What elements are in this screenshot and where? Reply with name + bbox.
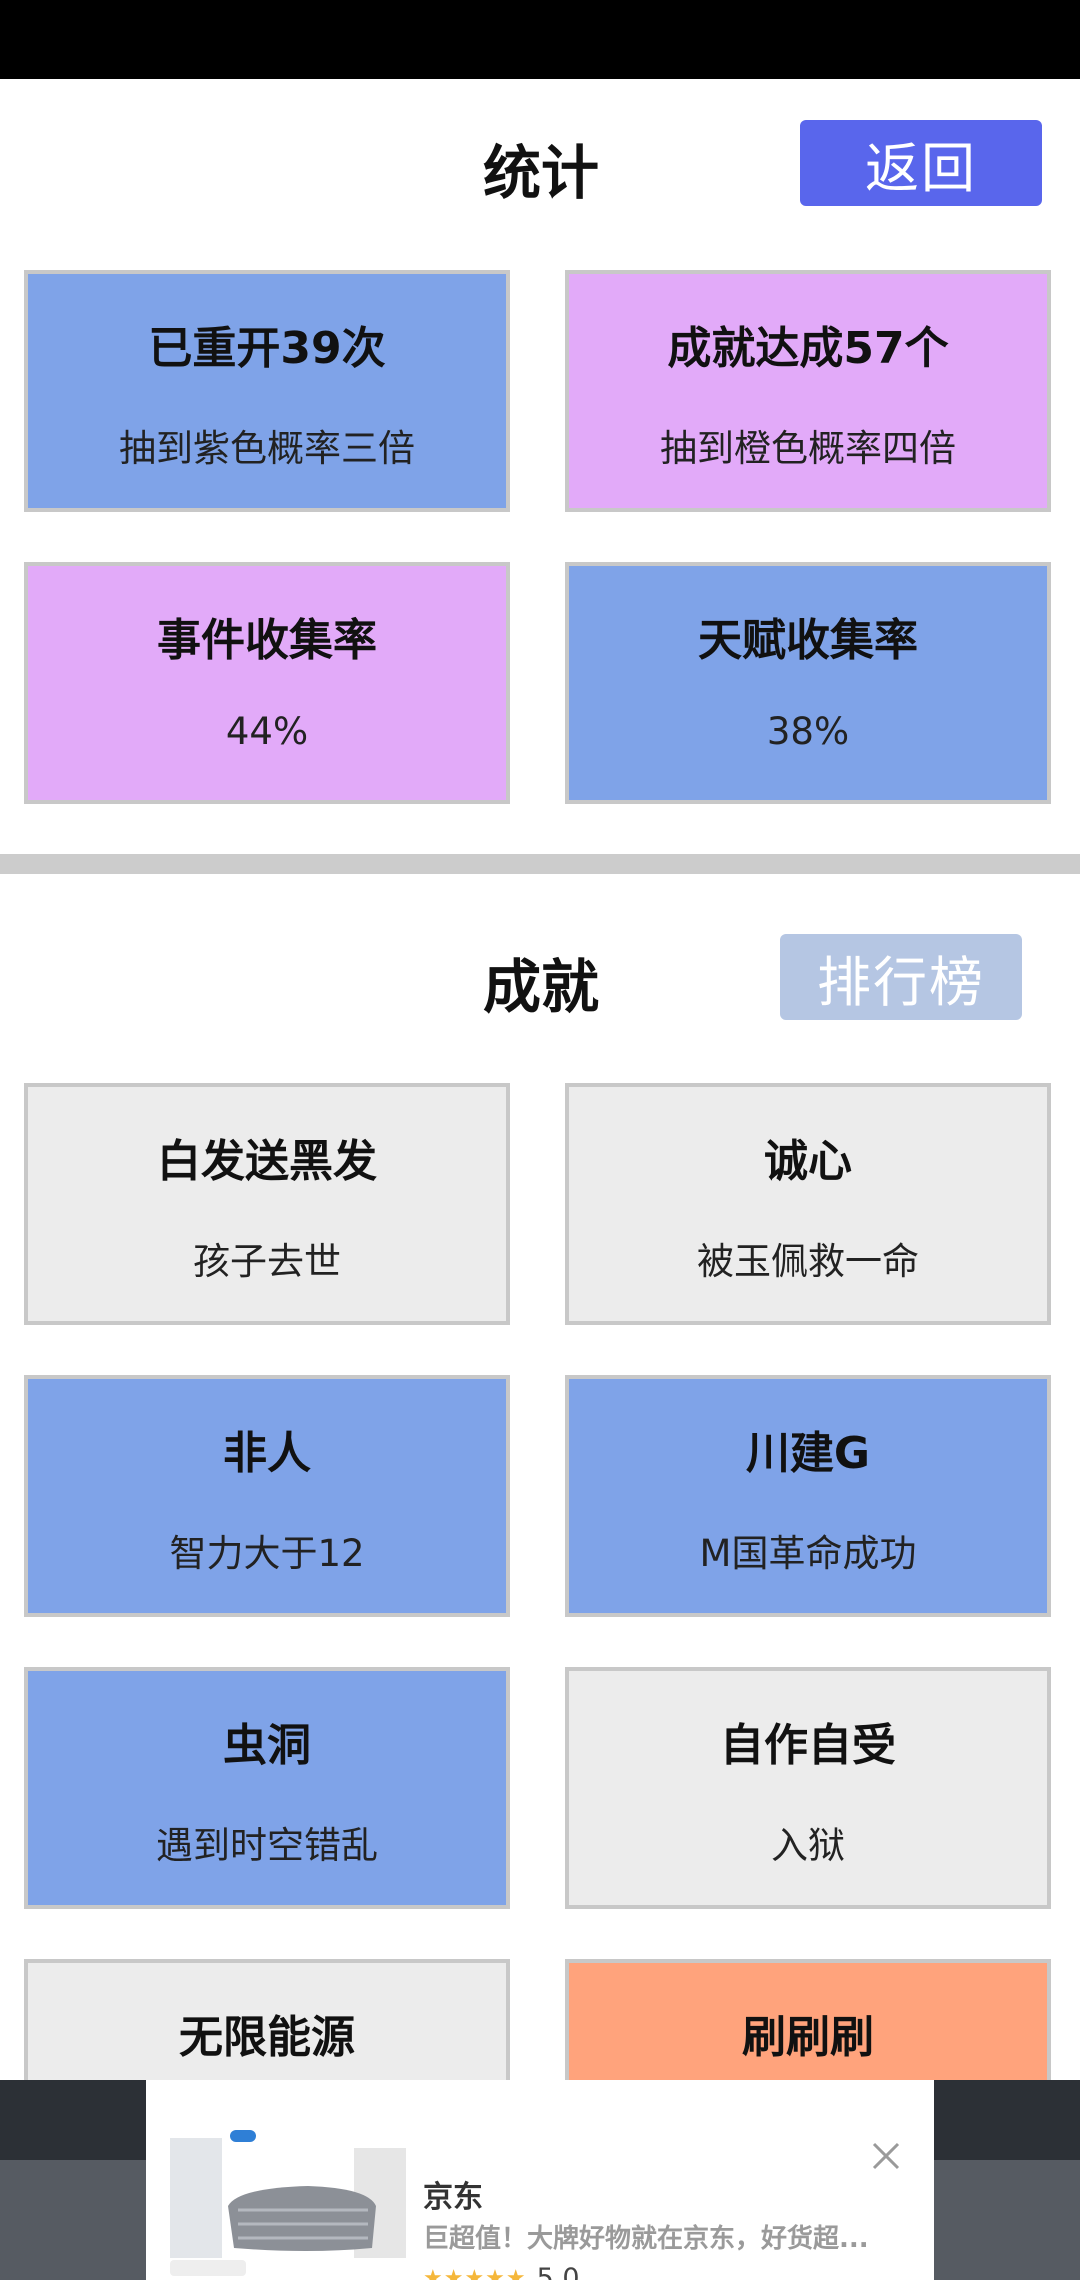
achievement-card[interactable]: 诚心 被玉佩救一命 (565, 1083, 1051, 1325)
achievements-title: 成就 (482, 953, 599, 1021)
card-title: 已重开39次 (148, 323, 386, 374)
card-title: 诚心 (764, 1136, 852, 1187)
card-title: 成就达成57个 (667, 323, 949, 374)
star-rating-icon: ★★★★★ (423, 2266, 527, 2280)
stat-card-event-rate: 事件收集率 44% (24, 562, 510, 804)
card-desc: 抽到橙色概率四倍 (660, 427, 956, 470)
ad-description: 巨超值！大牌好物就在京东，好货超... (423, 2224, 869, 2254)
stats-title: 统计 (482, 139, 599, 207)
achievement-card[interactable]: 川建G M国革命成功 (565, 1375, 1051, 1617)
ad-score: 5.0 (536, 2263, 580, 2280)
achievement-card[interactable]: 非人 智力大于12 (24, 1375, 510, 1617)
achievement-card[interactable]: 自作自受 入狱 (565, 1667, 1051, 1909)
ad-rating: ★★★★★ 5.0 (423, 2263, 580, 2280)
card-title: 非人 (223, 1428, 311, 1479)
achievement-card[interactable]: 白发送黑发 孩子去世 (24, 1083, 510, 1325)
card-desc: 智力大于12 (169, 1532, 365, 1575)
stat-card-achievements: 成就达成57个 抽到橙色概率四倍 (565, 270, 1051, 512)
card-title: 川建G (745, 1428, 871, 1479)
card-desc: 44% (225, 710, 309, 753)
card-title: 天赋收集率 (698, 615, 918, 666)
card-desc: 被玉佩救一命 (697, 1240, 919, 1283)
section-divider (0, 854, 1080, 874)
close-icon[interactable] (868, 2138, 904, 2174)
card-desc: 孩子去世 (193, 1240, 341, 1283)
ranking-button[interactable]: 排行榜 (780, 934, 1022, 1020)
achievement-card[interactable]: 虫洞 遇到时空错乱 (24, 1667, 510, 1909)
card-title: 自作自受 (720, 1720, 896, 1771)
card-title: 无限能源 (179, 2012, 355, 2063)
card-desc: 38% (766, 710, 850, 753)
card-desc: 入狱 (771, 1824, 845, 1867)
card-desc: 抽到紫色概率三倍 (119, 427, 415, 470)
card-title: 白发送黑发 (157, 1136, 377, 1187)
stat-card-restarts: 已重开39次 抽到紫色概率三倍 (24, 270, 510, 512)
ad-brand: 京东 (423, 2180, 483, 2215)
card-desc: 遇到时空错乱 (156, 1824, 378, 1867)
card-title: 刷刷刷 (742, 2012, 874, 2063)
ad-product-image (158, 2128, 408, 2278)
card-desc: M国革命成功 (699, 1532, 917, 1575)
card-title: 虫洞 (223, 1720, 311, 1771)
ad-banner[interactable]: 京东 巨超值！大牌好物就在京东，好货超... ★★★★★ 5.0 (146, 2080, 934, 2280)
stat-card-talent-rate: 天赋收集率 38% (565, 562, 1051, 804)
card-title: 事件收集率 (157, 615, 377, 666)
back-button[interactable]: 返回 (800, 120, 1042, 206)
status-bar (0, 0, 1080, 79)
